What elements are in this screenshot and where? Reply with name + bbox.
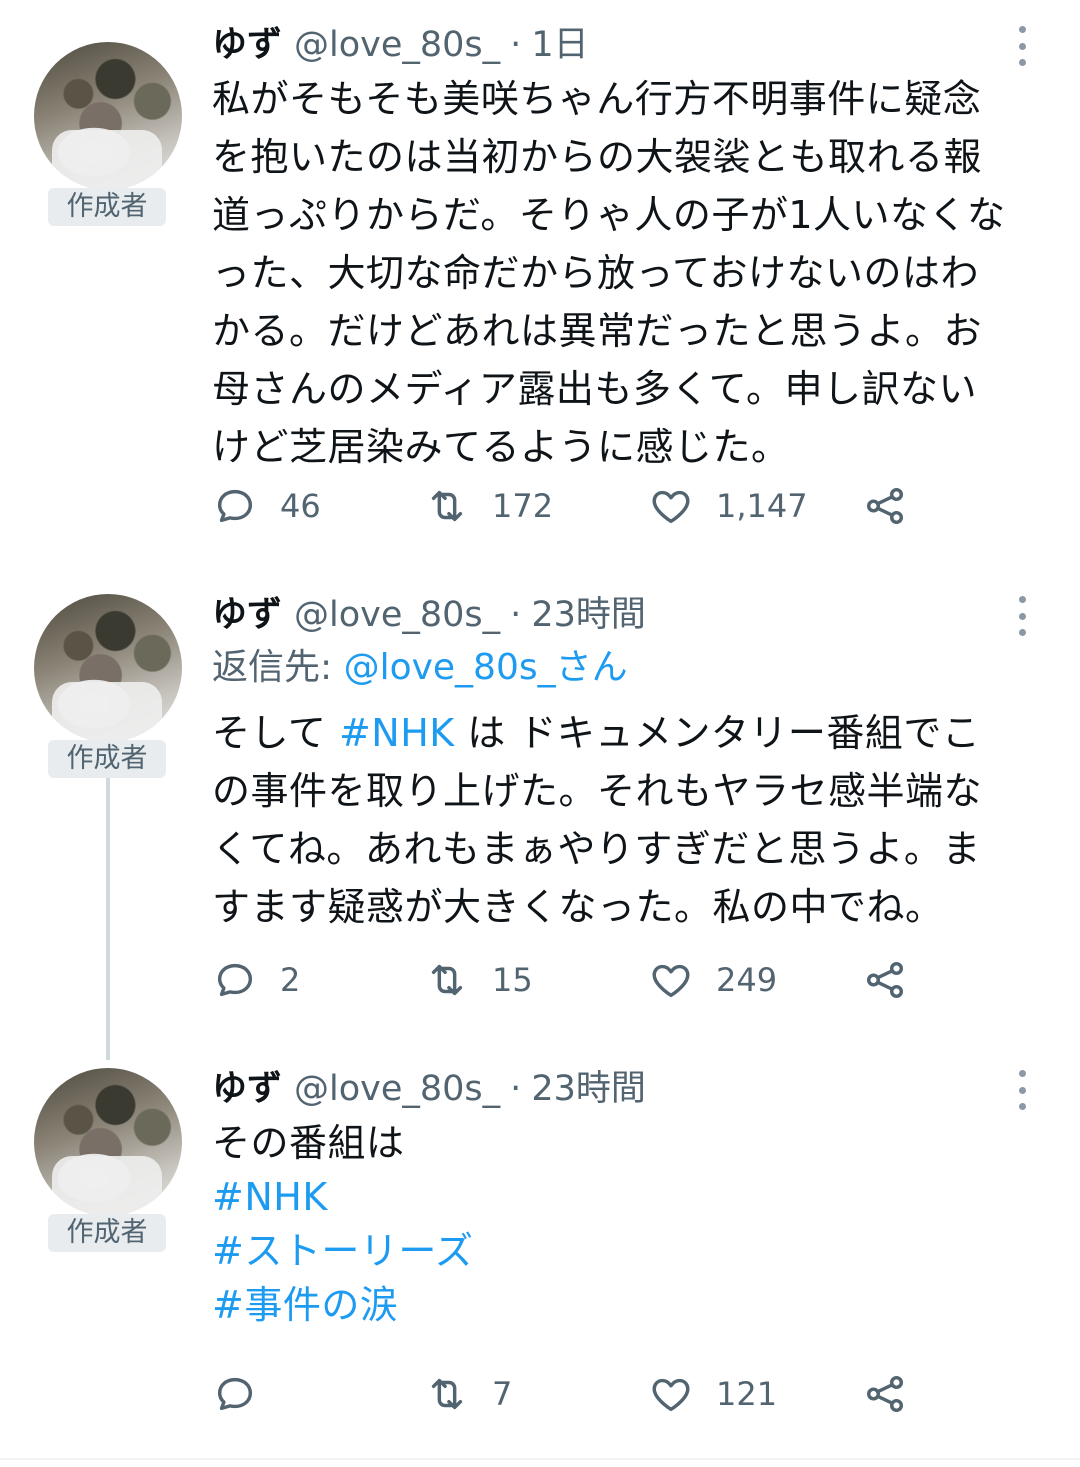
tweet-text-line: の事件を取り上げた。それもヤラセ感半端な [212, 769, 983, 813]
tweet-text-line: けど芝居染みてるように感じた。 [212, 425, 790, 469]
avatar[interactable] [34, 42, 182, 190]
share-icon [866, 487, 904, 525]
more-vertical-icon[interactable] [1010, 1070, 1034, 1110]
tweet-actions: 7 121 [212, 1364, 932, 1424]
hashtag-link[interactable]: #ストーリーズ [212, 1224, 1052, 1278]
retweet-icon [431, 490, 463, 522]
user-handle[interactable]: @love_80s_ [294, 590, 500, 640]
tweet-actions: 2 15 249 [212, 950, 932, 1010]
hashtag-link[interactable]: #NHK [212, 1170, 1052, 1224]
tweet-text: そして #NHK は ドキュメンタリー番組でこ の事件を取り上げた。それもヤラセ… [212, 704, 1052, 936]
more-vertical-icon[interactable] [1010, 26, 1034, 66]
separator-dot: · [510, 1069, 522, 1109]
user-handle[interactable]: @love_80s_ [294, 20, 500, 70]
author-badge: 作成者 [48, 740, 166, 778]
avatar[interactable] [34, 594, 182, 742]
author-badge: 作成者 [48, 188, 166, 226]
separator-dot: · [510, 595, 522, 635]
reply-count: 2 [280, 961, 301, 999]
hashtag-link[interactable]: #事件の涙 [212, 1278, 1052, 1332]
reply-bubble-icon [217, 489, 253, 523]
tweet-header: ゆず @love_80s_ · 23時間 [212, 590, 1052, 640]
reply-count: 46 [280, 487, 321, 525]
text-segment: は ドキュメンタリー番組でこ [454, 711, 981, 755]
reply-to-label: 返信先: [212, 647, 344, 688]
display-name[interactable]: ゆず [212, 20, 282, 70]
retweet-count: 15 [492, 961, 533, 999]
display-name[interactable]: ゆず [212, 590, 282, 640]
reply-mention-link[interactable]: @love_80s_さん [344, 647, 628, 688]
reply-button[interactable]: 46 [212, 476, 321, 536]
text-segment: そして [212, 711, 339, 755]
share-button[interactable] [862, 476, 908, 536]
share-icon [866, 1375, 904, 1413]
tweet-text-line: 母さんのメディア露出も多くて。申し訳ない [212, 367, 978, 411]
thread-connector [106, 770, 110, 1060]
share-button[interactable] [862, 950, 908, 1010]
tweet-text-line: 道っぷりからだ。そりゃ人の子が1人いなくな [212, 193, 1006, 237]
retweet-button[interactable]: 7 [424, 1364, 512, 1424]
heart-icon [652, 1378, 690, 1412]
reply-context: 返信先: @love_80s_さん [212, 640, 1052, 696]
like-count: 1,147 [716, 487, 808, 525]
heart-icon [652, 964, 690, 998]
tweet-text: 私がそもそも美咲ちゃん行方不明事件に疑念 を抱いたのは当初からの大袈裟とも取れる… [212, 70, 1052, 476]
reply-bubble-icon [217, 1377, 253, 1411]
display-name[interactable]: ゆず [212, 1064, 282, 1114]
like-button[interactable]: 249 [648, 950, 777, 1010]
avatar[interactable] [34, 1068, 182, 1216]
hashtag-link[interactable]: #NHK [339, 711, 455, 755]
reply-bubble-icon [217, 963, 253, 997]
share-button[interactable] [862, 1364, 908, 1424]
timestamp[interactable]: 23時間 [531, 590, 646, 640]
more-vertical-icon[interactable] [1010, 596, 1034, 636]
author-badge: 作成者 [48, 1214, 166, 1252]
heart-icon [652, 490, 690, 524]
divider [0, 1458, 1080, 1460]
tweet-text-line: を抱いたのは当初からの大袈裟とも取れる報 [212, 135, 983, 179]
tweet-text-line: かる。だけどあれは異常だったと思うよ。お [212, 309, 983, 353]
like-count: 121 [716, 1375, 778, 1413]
tweet-text-line: その番組は [212, 1121, 405, 1165]
like-count: 249 [716, 961, 778, 999]
separator-dot: · [510, 25, 522, 65]
retweet-count: 172 [492, 487, 554, 525]
tweet-text-line: った、大切な命だから放っておけないのはわ [212, 251, 979, 295]
retweet-button[interactable]: 172 [424, 476, 553, 536]
retweet-icon [431, 964, 463, 996]
tweet-header: ゆず @love_80s_ · 23時間 [212, 1064, 1052, 1114]
share-icon [866, 961, 904, 999]
tweet-text-line: すます疑惑が大きくなった。私の中でね。 [212, 885, 944, 929]
tweet-text-line: 私がそもそも美咲ちゃん行方不明事件に疑念 [212, 77, 982, 121]
timestamp[interactable]: 1日 [531, 20, 588, 70]
like-button[interactable]: 121 [648, 1364, 777, 1424]
user-handle[interactable]: @love_80s_ [294, 1064, 500, 1114]
tweet-text-line: くてね。あれもまぁやりすぎだと思うよ。ま [212, 827, 981, 871]
tweet-header: ゆず @love_80s_ · 1日 [212, 20, 1052, 70]
retweet-icon [431, 1378, 463, 1410]
timestamp[interactable]: 23時間 [531, 1064, 646, 1114]
retweet-count: 7 [492, 1375, 513, 1413]
reply-button[interactable] [212, 1364, 280, 1424]
tweet-actions: 46 172 1,147 [212, 476, 932, 536]
tweet-text: その番組は #NHK #ストーリーズ #事件の涙 [212, 1116, 1052, 1332]
reply-button[interactable]: 2 [212, 950, 300, 1010]
retweet-button[interactable]: 15 [424, 950, 533, 1010]
tweet-text-line: そして #NHK は ドキュメンタリー番組でこ [212, 704, 1052, 762]
like-button[interactable]: 1,147 [648, 476, 808, 536]
